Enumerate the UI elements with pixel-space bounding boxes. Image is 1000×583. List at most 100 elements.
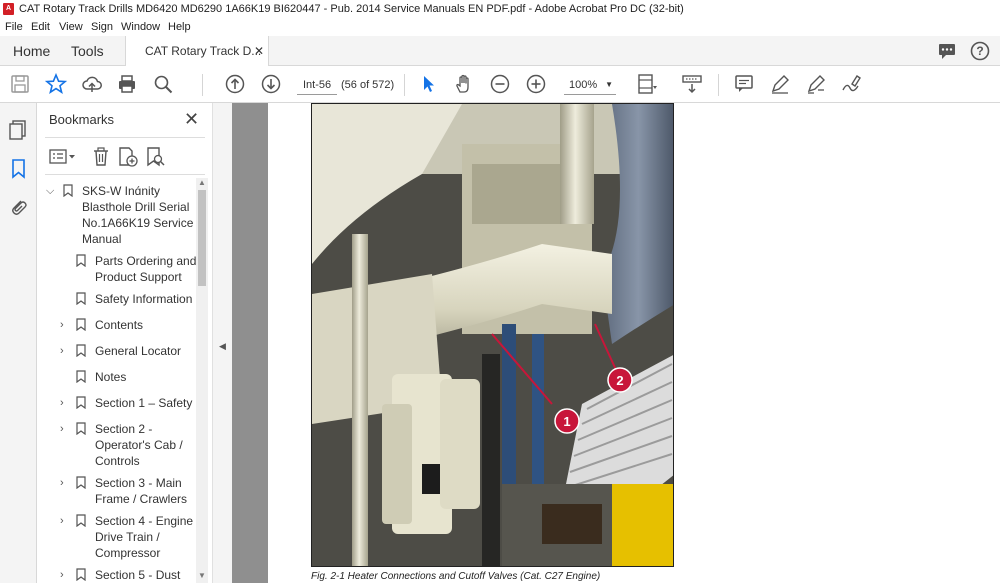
bookmark-item-parts-ordering[interactable]: Parts Ordering and Product Support	[37, 253, 202, 287]
chevron-right-icon[interactable]: ›	[60, 395, 64, 411]
bookmark-item-section-4[interactable]: › Section 4 - Engine / Drive Train / Com…	[37, 513, 202, 563]
close-panel-icon[interactable]: ✕	[184, 109, 199, 130]
toolbar-separator	[404, 74, 405, 96]
menu-help[interactable]: Help	[168, 21, 191, 33]
search-zoom-icon[interactable]	[152, 73, 174, 95]
bookmark-icon	[76, 254, 86, 267]
chevron-right-icon[interactable]: ›	[60, 567, 64, 583]
zoom-level-dropdown[interactable]: 100% ▼	[564, 75, 616, 95]
bookmark-label: General Locator	[95, 344, 182, 358]
main-toolbar: Int-56 (56 of 572) 100% ▼	[0, 66, 1000, 103]
bookmark-item-section-5[interactable]: › Section 5 - Dust	[37, 567, 202, 583]
toolbar-separator	[718, 74, 719, 96]
title-bar: A CAT Rotary Track Drills MD6420 MD6290 …	[0, 0, 1000, 18]
comment-icon[interactable]	[937, 41, 957, 61]
tab-tools[interactable]: Tools	[71, 36, 104, 66]
add-comment-icon[interactable]	[733, 73, 755, 95]
menu-sign[interactable]: Sign	[91, 21, 113, 33]
menu-edit[interactable]: Edit	[31, 21, 50, 33]
chevron-right-icon[interactable]: ›	[60, 513, 64, 529]
toolbar-separator	[202, 74, 203, 96]
menu-view[interactable]: View	[59, 21, 83, 33]
page-margin	[232, 103, 268, 583]
engine-photo-illustration: 1 2	[312, 104, 673, 566]
figure-caption: Fig. 2-1 Heater Connections and Cutoff V…	[311, 571, 601, 582]
scrollbar-thumb[interactable]	[198, 190, 206, 286]
menu-file[interactable]: File	[5, 21, 23, 33]
bookmark-item-safety-information[interactable]: Safety Information	[37, 291, 202, 309]
bookmark-label: Safety Information	[95, 292, 193, 306]
scroll-down-icon[interactable]: ▼	[198, 571, 206, 580]
panel-splitter[interactable]: ◀	[212, 103, 232, 583]
bookmark-icon	[76, 370, 86, 383]
star-bookmark-icon[interactable]	[45, 73, 67, 95]
scroll-up-icon[interactable]: ▲	[198, 178, 206, 187]
page-count: (56 of 572)	[341, 79, 395, 91]
tab-document-label: CAT Rotary Track D...	[145, 44, 262, 58]
bookmark-icon	[76, 318, 86, 331]
page-thumbnails-icon[interactable]	[8, 119, 28, 141]
chevron-right-icon[interactable]: ›	[60, 475, 64, 491]
new-bookmark-icon[interactable]	[117, 146, 139, 168]
chevron-right-icon[interactable]: ›	[60, 421, 64, 437]
engine-photo: 1 2	[311, 103, 674, 567]
draw-erase-icon[interactable]	[805, 73, 827, 95]
zoom-out-icon[interactable]	[489, 73, 511, 95]
bookmark-label: Section 1 – Safety	[95, 396, 193, 410]
bookmark-label: SKS-W Inɑ́nity Blasthole Drill Serial No…	[82, 184, 194, 246]
delete-bookmark-icon[interactable]	[91, 146, 111, 168]
bookmarks-panel-title: Bookmarks	[49, 112, 115, 127]
find-bookmark-icon[interactable]	[145, 146, 167, 168]
bookmark-icon	[76, 292, 86, 305]
fill-sign-icon[interactable]	[840, 73, 862, 95]
print-icon[interactable]	[116, 73, 138, 95]
bookmark-label: Section 4 - Engine / Drive Train / Compr…	[95, 514, 200, 560]
attachments-paperclip-icon[interactable]	[8, 196, 28, 218]
page-number-input[interactable]: Int-56	[297, 75, 337, 95]
cloud-upload-icon[interactable]	[81, 73, 103, 95]
collapse-panel-icon[interactable]: ◀	[219, 341, 226, 352]
hand-tool-icon[interactable]	[453, 73, 475, 95]
zoom-level-value: 100%	[569, 79, 598, 91]
bookmark-icon	[76, 568, 86, 581]
tab-document[interactable]: CAT Rotary Track D... ✕	[125, 36, 269, 67]
next-page-icon[interactable]	[260, 73, 282, 95]
fit-page-icon[interactable]	[636, 73, 658, 95]
previous-page-icon[interactable]	[224, 73, 246, 95]
tab-close-icon[interactable]: ✕	[254, 36, 264, 66]
bookmark-item-contents[interactable]: › Contents	[37, 317, 202, 335]
acrobat-logo-icon: A	[3, 3, 14, 15]
bookmark-label: Section 5 - Dust	[95, 568, 181, 582]
bookmark-item-notes[interactable]: Notes	[37, 369, 202, 387]
chevron-down-icon[interactable]: ⌵	[46, 183, 54, 199]
chevron-down-icon: ▼	[605, 80, 613, 89]
tab-bar: Home Tools CAT Rotary Track D... ✕ ?	[0, 36, 1000, 67]
bookmarks-toolbar	[37, 137, 212, 177]
bookmark-item-general-locator[interactable]: › General Locator	[37, 343, 202, 361]
scrolling-mode-icon[interactable]	[681, 73, 703, 95]
bookmarks-panel: Bookmarks ✕ ⌵ SKS-W Inɑ́nity Blasthole D…	[37, 103, 212, 583]
chevron-right-icon[interactable]: ›	[60, 343, 64, 359]
bookmarks-panel-icon[interactable]	[10, 158, 28, 180]
bookmark-options-icon[interactable]	[49, 147, 77, 167]
bookmark-icon	[76, 396, 86, 409]
save-icon[interactable]	[9, 73, 31, 95]
bookmark-label: Parts Ordering and Product Support	[95, 254, 197, 284]
help-icon[interactable]: ?	[969, 40, 991, 62]
menu-window[interactable]: Window	[121, 21, 160, 33]
callout-2-label: 2	[616, 373, 623, 388]
bookmark-label: Contents	[95, 318, 144, 332]
zoom-in-icon[interactable]	[525, 73, 547, 95]
bookmark-icon	[76, 514, 86, 527]
bookmark-item-section-1[interactable]: › Section 1 – Safety	[37, 395, 202, 413]
tab-home[interactable]: Home	[13, 36, 50, 66]
bookmark-item-section-2[interactable]: › Section 2 - Operator's Cab / Controls	[37, 421, 202, 471]
callout-1-label: 1	[563, 414, 570, 429]
highlight-pen-icon[interactable]	[769, 73, 791, 95]
bookmark-item-root[interactable]: ⌵ SKS-W Inɑ́nity Blasthole Drill Serial …	[37, 183, 202, 249]
select-cursor-icon[interactable]	[418, 73, 440, 95]
chevron-right-icon[interactable]: ›	[60, 317, 64, 333]
bookmarks-scrollbar[interactable]: ▲ ▼	[196, 178, 208, 583]
bookmark-label: Section 3 - Main Frame / Crawlers	[95, 476, 188, 506]
bookmark-item-section-3[interactable]: › Section 3 - Main Frame / Crawlers	[37, 475, 202, 509]
